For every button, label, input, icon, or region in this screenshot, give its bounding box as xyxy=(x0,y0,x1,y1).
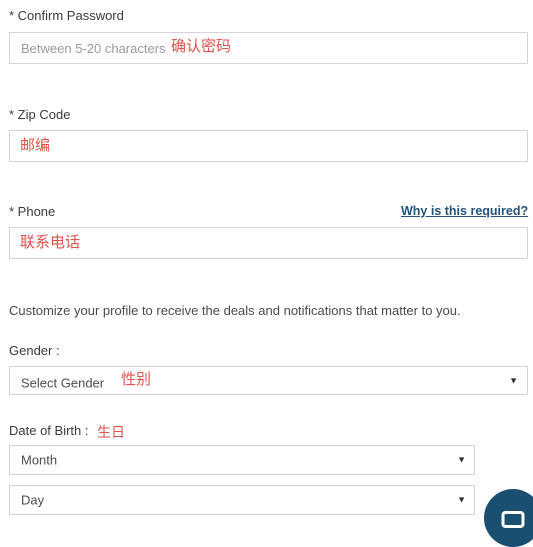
chevron-down-icon: ▼ xyxy=(457,454,466,465)
why-is-this-required-link[interactable]: Why is this required? xyxy=(401,204,528,218)
chevron-down-icon: ▼ xyxy=(457,494,466,505)
chat-widget-button[interactable] xyxy=(484,489,533,547)
profile-customization-note: Customize your profile to receive the de… xyxy=(9,303,461,318)
chevron-down-icon: ▼ xyxy=(509,375,518,385)
chat-bubble-icon xyxy=(501,511,525,528)
confirm-password-label: * Confirm Password xyxy=(9,8,124,23)
gender-label: Gender : xyxy=(9,343,60,358)
birth-day-selected-value: Day xyxy=(21,492,45,508)
date-of-birth-label: Date of Birth : xyxy=(9,423,89,438)
birth-day-select[interactable]: Day ▼ xyxy=(9,485,475,515)
gender-select[interactable]: Select Gender ▼ xyxy=(9,366,528,395)
registration-form-page: * Confirm Password 确认密码 * Zip Code 邮编 * … xyxy=(0,0,533,547)
zip-code-input[interactable] xyxy=(9,130,528,162)
birth-month-select[interactable]: Month ▼ xyxy=(9,445,475,475)
gender-selected-value: Select Gender xyxy=(21,375,105,391)
birth-month-selected-value: Month xyxy=(21,452,58,468)
zip-code-label: * Zip Code xyxy=(9,107,71,122)
phone-input[interactable] xyxy=(9,227,528,259)
confirm-password-input[interactable] xyxy=(9,32,528,64)
date-of-birth-annotation: 生日 xyxy=(97,425,125,441)
phone-label: * Phone xyxy=(9,204,56,219)
